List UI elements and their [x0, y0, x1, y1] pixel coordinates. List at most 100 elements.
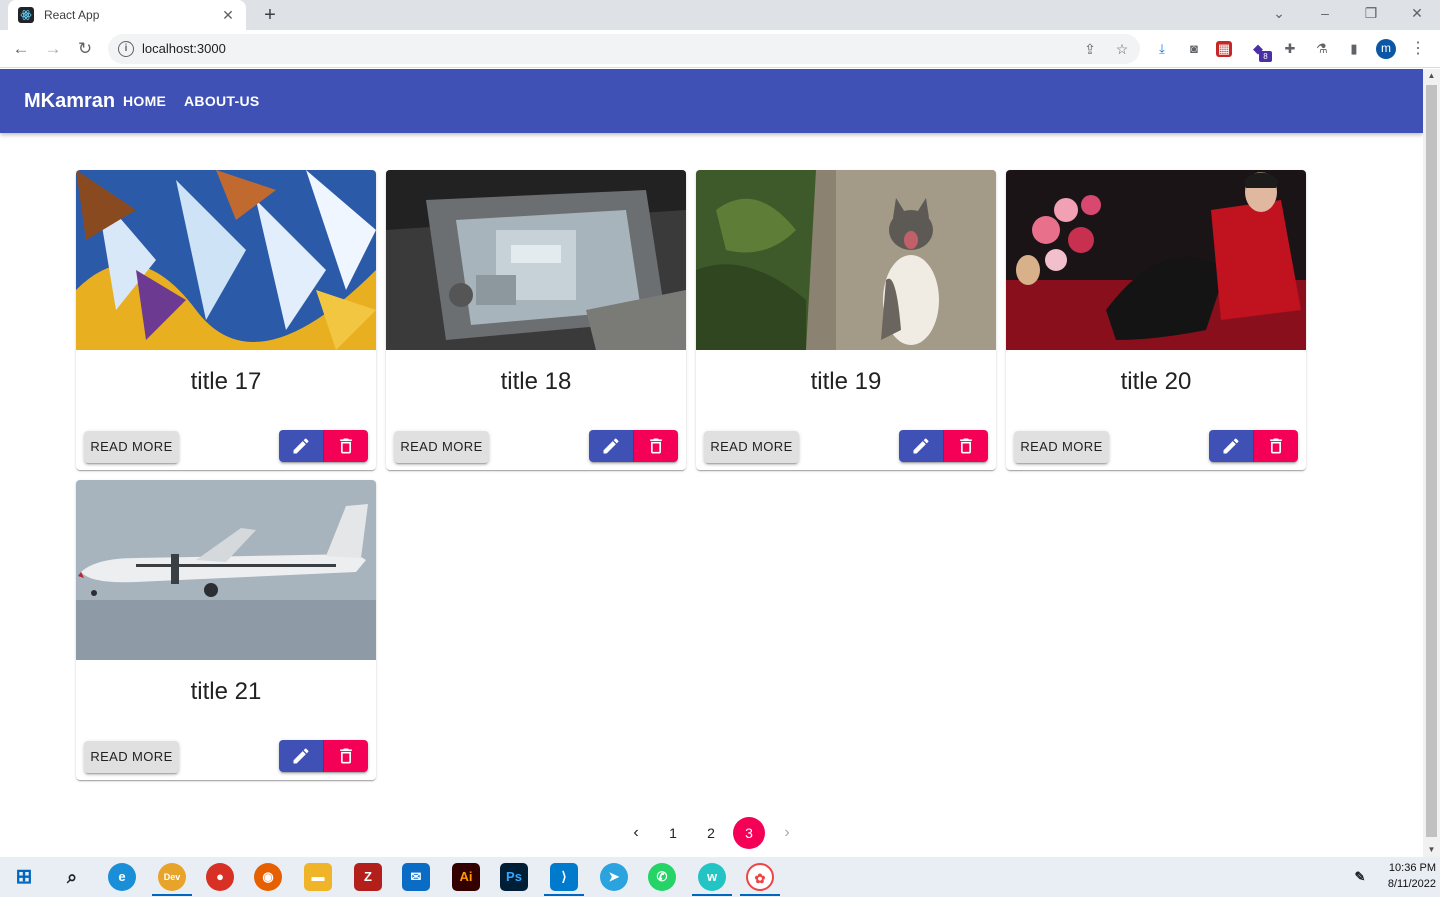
- post-card: title 19 READ MORE: [696, 170, 996, 470]
- edge-browser-icon[interactable]: e: [108, 863, 136, 891]
- chrome-dev-icon[interactable]: Dev: [158, 863, 186, 891]
- wps-app-icon[interactable]: w: [698, 863, 726, 891]
- pencil-icon: [293, 438, 309, 454]
- reload-icon[interactable]: ↻: [72, 36, 98, 62]
- card-title: title 19: [810, 368, 882, 395]
- flask-icon[interactable]: ⚗: [1312, 39, 1332, 59]
- scroll-down-icon[interactable]: ▼: [1423, 843, 1440, 857]
- read-more-button[interactable]: READ MORE: [84, 741, 179, 773]
- system-clock[interactable]: 10:36 PM 8/11/2022: [1370, 860, 1436, 892]
- card-actions: [1209, 430, 1298, 462]
- page-viewport: MKamran HOME ABOUT-US title 17 READ MORE: [0, 69, 1440, 857]
- back-icon[interactable]: ←: [8, 36, 34, 62]
- extension-badge: 8: [1259, 51, 1272, 62]
- menu-kebab-icon[interactable]: ⋮: [1408, 39, 1428, 59]
- clock-date: 8/11/2022: [1387, 878, 1436, 890]
- react-favicon-icon: [18, 7, 34, 23]
- extension-download-icon[interactable]: ⤓: [1152, 39, 1172, 59]
- pencil-icon: [913, 438, 929, 454]
- windows-start-icon[interactable]: ⊞: [10, 863, 38, 891]
- page-1-button[interactable]: 1: [657, 817, 689, 849]
- scrollbar-thumb[interactable]: [1426, 85, 1437, 837]
- edit-button[interactable]: [279, 740, 324, 772]
- file-explorer-icon[interactable]: ▬: [304, 863, 332, 891]
- browser-tabstrip: React App ✕ + ⌄ – ❐ ✕: [0, 0, 1440, 30]
- cat-image: [696, 170, 996, 350]
- nav-home-link[interactable]: HOME: [123, 93, 166, 109]
- delete-button[interactable]: [324, 740, 368, 772]
- valentine-avatar-image: [1006, 170, 1306, 350]
- bookmark-star-icon[interactable]: ☆: [1112, 39, 1132, 59]
- extensions-puzzle-icon[interactable]: ✚: [1280, 39, 1300, 59]
- tab-title: React App: [44, 8, 100, 22]
- delete-button[interactable]: [944, 430, 988, 462]
- telegram-icon[interactable]: ➤: [600, 863, 628, 891]
- edit-button[interactable]: [899, 430, 944, 462]
- active-app-indicator: [692, 894, 732, 896]
- trash-icon: [340, 748, 352, 764]
- camera-icon[interactable]: ◙: [1184, 39, 1204, 59]
- vertical-scrollbar[interactable]: ▲ ▼: [1423, 69, 1440, 857]
- site-info-icon[interactable]: i: [118, 41, 134, 57]
- trash-icon: [960, 438, 972, 454]
- filezilla-icon[interactable]: Z: [354, 863, 382, 891]
- airplane-image: [76, 480, 376, 660]
- active-app-indicator: [740, 894, 780, 896]
- chrome-icon[interactable]: ●: [206, 863, 234, 891]
- url-text: localhost:3000: [142, 41, 226, 56]
- edit-button[interactable]: [279, 430, 324, 462]
- pencil-icon: [1223, 438, 1239, 454]
- read-more-button[interactable]: READ MORE: [84, 431, 179, 463]
- crystal-macro-image: [76, 170, 376, 350]
- active-app-indicator: [544, 894, 584, 896]
- edit-button[interactable]: [589, 430, 634, 462]
- post-card: title 21 READ MORE: [76, 480, 376, 780]
- whatsapp-icon[interactable]: ✆: [648, 863, 676, 891]
- tab-search-icon[interactable]: ⌄: [1256, 0, 1302, 30]
- page-3-button[interactable]: 3: [733, 817, 765, 849]
- side-panel-icon[interactable]: ▮: [1344, 39, 1364, 59]
- edit-button[interactable]: [1209, 430, 1254, 462]
- active-app-indicator: [152, 894, 192, 896]
- close-tab-icon[interactable]: ✕: [220, 7, 236, 24]
- delete-button[interactable]: [324, 430, 368, 462]
- firefox-icon[interactable]: ◉: [254, 863, 282, 891]
- card-title: title 17: [190, 368, 262, 395]
- delete-button[interactable]: [634, 430, 678, 462]
- browser-tab[interactable]: React App ✕: [8, 0, 246, 30]
- trash-icon: [1270, 438, 1282, 454]
- forward-icon[interactable]: →: [40, 36, 66, 62]
- card-actions: [899, 430, 988, 462]
- delete-button[interactable]: [1254, 430, 1298, 462]
- scroll-up-icon[interactable]: ▲: [1423, 69, 1440, 83]
- restore-icon[interactable]: ❐: [1348, 0, 1394, 30]
- nav-about-link[interactable]: ABOUT-US: [184, 93, 260, 109]
- minimize-icon[interactable]: –: [1302, 0, 1348, 30]
- card-actions: [279, 430, 368, 462]
- page-2-button[interactable]: 2: [695, 817, 727, 849]
- app-bar: MKamran HOME ABOUT-US: [0, 69, 1423, 133]
- address-bar[interactable]: i localhost:3000 ⇪ ☆: [108, 34, 1140, 64]
- card-title: title 21: [190, 678, 262, 705]
- trash-icon: [650, 438, 662, 454]
- previous-page-icon[interactable]: ‹: [620, 817, 652, 849]
- card-actions: [279, 740, 368, 772]
- search-icon[interactable]: ⌕: [58, 863, 86, 891]
- new-tab-button[interactable]: +: [258, 3, 282, 27]
- read-more-button[interactable]: READ MORE: [704, 431, 799, 463]
- brand-logo-text[interactable]: MKamran: [24, 90, 115, 113]
- vscode-icon[interactable]: ⟩: [550, 863, 578, 891]
- extension-red-icon[interactable]: ▦: [1216, 41, 1232, 57]
- profile-avatar[interactable]: m: [1376, 39, 1396, 59]
- photoshop-icon[interactable]: Ps: [500, 863, 528, 891]
- machinery-image: [386, 170, 686, 350]
- postman-icon[interactable]: ✿: [746, 863, 774, 891]
- next-page-icon[interactable]: ›: [771, 817, 803, 849]
- illustrator-icon[interactable]: Ai: [452, 863, 480, 891]
- share-icon[interactable]: ⇪: [1080, 39, 1100, 59]
- trash-icon: [340, 438, 352, 454]
- close-window-icon[interactable]: ✕: [1394, 0, 1440, 30]
- read-more-button[interactable]: READ MORE: [394, 431, 489, 463]
- mail-icon[interactable]: ✉: [402, 863, 430, 891]
- read-more-button[interactable]: READ MORE: [1014, 431, 1109, 463]
